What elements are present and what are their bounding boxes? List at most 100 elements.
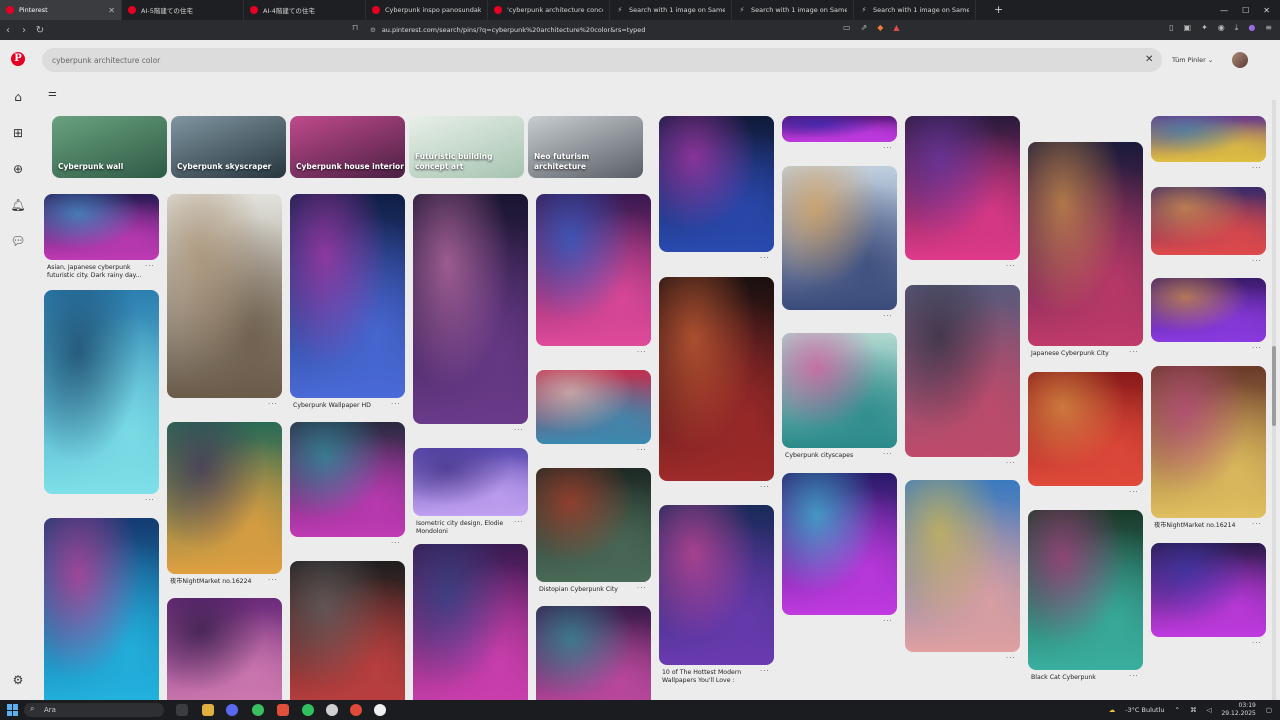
more-options-icon[interactable]: ···	[637, 446, 647, 454]
browser-tab[interactable]: ⚡ Search with 1 image on Same Energy	[854, 0, 976, 20]
idea-card[interactable]: Cyberpunk skyscraper	[171, 116, 286, 178]
filter-icon[interactable]: ⚌	[48, 88, 57, 99]
more-options-icon[interactable]: ···	[145, 496, 155, 504]
pin-card[interactable]	[536, 468, 651, 582]
pin-card[interactable]	[536, 370, 651, 444]
more-options-icon[interactable]: ···	[1252, 520, 1262, 528]
idea-card[interactable]: Cyberpunk house interior	[290, 116, 405, 178]
browser-tab[interactable]: Pinterest ✕	[0, 0, 122, 20]
pin-caption[interactable]: Black Cat Cyberpunk	[1031, 674, 1126, 682]
tray-chevron-icon[interactable]: ⌃	[1175, 706, 1180, 714]
pin-scope-dropdown[interactable]: Tüm Pinler ⌄	[1172, 56, 1213, 64]
settings-icon[interactable]: ⚙	[9, 671, 27, 689]
notifications-icon[interactable]: 🔔︎	[9, 196, 27, 214]
pin-caption[interactable]: Cyberpunk cityscapes	[785, 452, 880, 460]
task-view-icon[interactable]	[176, 704, 188, 716]
pin-card[interactable]	[44, 194, 159, 260]
close-window-icon[interactable]: ✕	[1263, 6, 1270, 15]
pin-card[interactable]	[1151, 543, 1266, 637]
pin-card[interactable]	[782, 116, 897, 142]
pin-card[interactable]	[44, 518, 159, 700]
share-icon[interactable]: ⇗	[861, 23, 868, 32]
download-icon[interactable]: ⤓	[1235, 23, 1239, 33]
weather-icon[interactable]: ☁	[1109, 706, 1116, 714]
clock[interactable]: 03:19 29.12.2025	[1221, 702, 1255, 718]
more-options-icon[interactable]: ···	[514, 518, 524, 526]
more-options-icon[interactable]: ···	[145, 262, 155, 270]
brave-browser-icon[interactable]	[277, 704, 289, 716]
avatar[interactable]	[1232, 52, 1248, 68]
pin-card[interactable]	[1151, 187, 1266, 255]
more-options-icon[interactable]: ···	[760, 483, 770, 491]
more-options-icon[interactable]: ···	[514, 426, 524, 434]
wallet-icon[interactable]: ▣	[1184, 23, 1192, 33]
create-icon[interactable]: ⊕	[9, 160, 27, 178]
pin-card[interactable]	[1028, 510, 1143, 670]
network-icon[interactable]: ⌘	[1190, 706, 1197, 714]
more-options-icon[interactable]: ···	[1006, 262, 1016, 270]
pin-caption[interactable]: 夜市NightMarket no.16214	[1154, 522, 1249, 530]
chrome-icon[interactable]	[350, 704, 362, 716]
pin-card[interactable]	[536, 194, 651, 346]
browser-tab[interactable]: ⚡ Search with 1 image on Same Energy	[732, 0, 854, 20]
more-options-icon[interactable]: ···	[637, 584, 647, 592]
pin-card[interactable]	[167, 194, 282, 398]
pin-card[interactable]	[659, 505, 774, 665]
pin-caption[interactable]: Distopian Cyberpunk City	[539, 586, 634, 594]
more-options-icon[interactable]: ···	[883, 617, 893, 625]
taskbar-search[interactable]: ⌕ Ara	[24, 703, 164, 717]
weather-text[interactable]: -3°C Bulutlu	[1125, 706, 1164, 714]
url-field[interactable]: ⚙ au.pinterest.com/search/pins/?q=cyberp…	[370, 23, 910, 37]
browser-tab[interactable]: 'cyberpunk architecture concept and	[488, 0, 610, 20]
idea-card[interactable]: Futuristic building concept art	[409, 116, 524, 178]
more-options-icon[interactable]: ···	[1252, 639, 1262, 647]
pin-card[interactable]	[782, 473, 897, 615]
more-options-icon[interactable]: ···	[883, 144, 893, 152]
browser-tab[interactable]: ⚡ Search with 1 image on Same Energy	[610, 0, 732, 20]
pin-card[interactable]	[1151, 278, 1266, 342]
pin-card[interactable]	[782, 166, 897, 310]
explore-icon[interactable]: ⊞	[9, 124, 27, 142]
pin-card[interactable]	[290, 422, 405, 537]
more-options-icon[interactable]: ···	[760, 667, 770, 675]
puzzle-icon[interactable]: ✦	[1201, 23, 1208, 33]
browser-tab[interactable]: AI-5階建ての住宅	[122, 0, 244, 20]
pin-card[interactable]	[44, 290, 159, 494]
pin-caption[interactable]: Asian, Japanese cyberpunk futuristic cit…	[47, 264, 142, 280]
shield-icon[interactable]: ◆	[877, 23, 883, 32]
sidebar-icon[interactable]: ▯	[1169, 23, 1173, 33]
menu-icon[interactable]: ≡	[1265, 23, 1272, 33]
more-options-icon[interactable]: ···	[391, 400, 401, 408]
forward-icon[interactable]: ›	[16, 25, 32, 36]
more-options-icon[interactable]: ···	[1006, 654, 1016, 662]
more-options-icon[interactable]: ···	[1129, 672, 1139, 680]
pin-card[interactable]	[413, 194, 528, 424]
scrollbar-thumb[interactable]	[1272, 346, 1276, 426]
site-info-icon[interactable]: ⚙	[370, 26, 376, 34]
pinterest-logo[interactable]: P	[11, 52, 25, 66]
maximize-icon[interactable]: ☐	[1242, 6, 1249, 15]
pin-card[interactable]	[413, 544, 528, 700]
pin-card[interactable]	[1028, 142, 1143, 346]
screen-icon[interactable]: ▭	[843, 23, 851, 32]
extension-icon[interactable]: ●	[1248, 23, 1255, 33]
pin-card[interactable]	[905, 480, 1020, 652]
more-options-icon[interactable]: ···	[1006, 459, 1016, 467]
discord-icon[interactable]	[226, 704, 238, 716]
browser-tab[interactable]: Cyberpunk inspo panosundaki Pin	[366, 0, 488, 20]
pin-card[interactable]	[290, 194, 405, 398]
pin-card[interactable]	[1151, 116, 1266, 162]
app-icon[interactable]	[326, 704, 338, 716]
volume-icon[interactable]: ◁	[1206, 706, 1211, 714]
alert-icon[interactable]: ▲	[893, 23, 899, 32]
more-options-icon[interactable]: ···	[1129, 488, 1139, 496]
more-options-icon[interactable]: ···	[1129, 348, 1139, 356]
more-options-icon[interactable]: ···	[1252, 344, 1262, 352]
pin-card[interactable]	[290, 561, 405, 700]
more-options-icon[interactable]: ···	[883, 312, 893, 320]
bookmark-icon[interactable]: ⊓	[352, 23, 358, 32]
pin-card[interactable]	[905, 116, 1020, 260]
close-tab-icon[interactable]: ✕	[108, 6, 115, 15]
more-options-icon[interactable]: ···	[391, 539, 401, 547]
obs-icon[interactable]	[374, 704, 386, 716]
